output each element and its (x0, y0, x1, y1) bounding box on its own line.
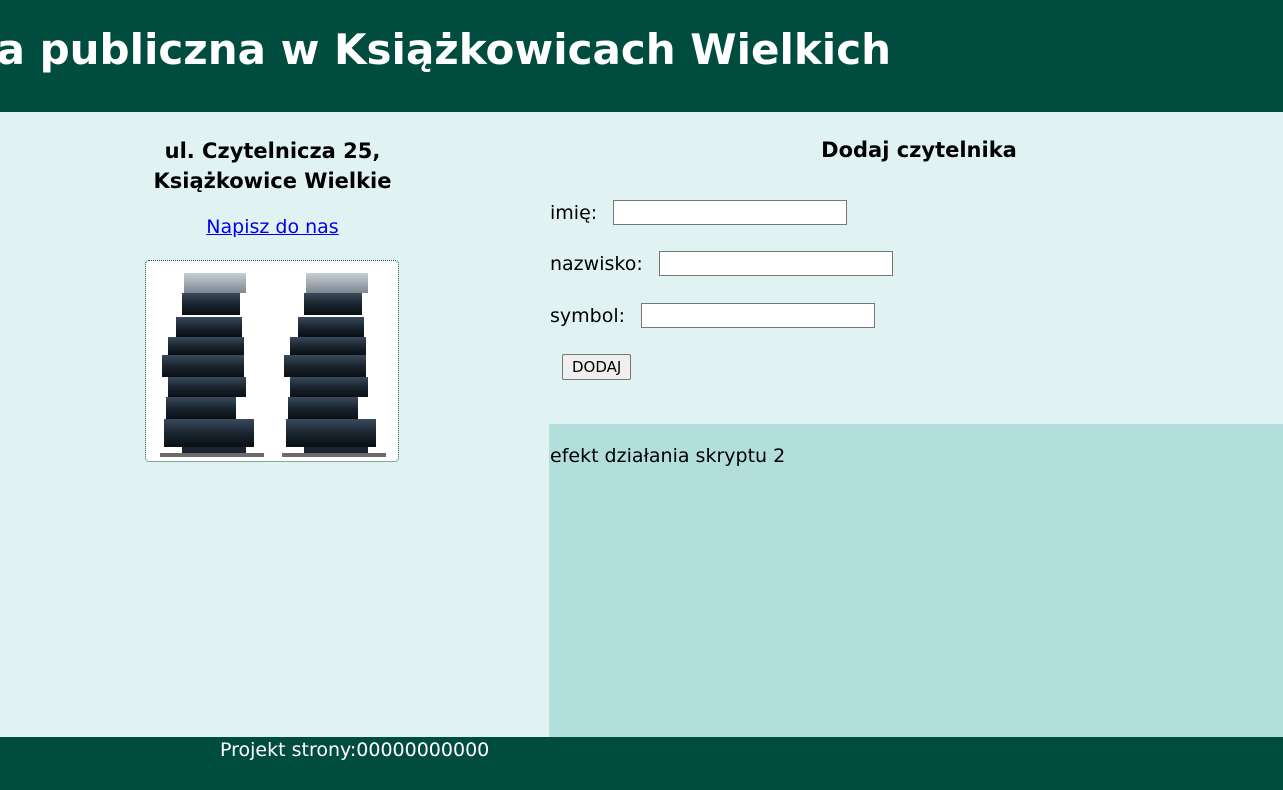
last-name-label: nazwisko: (550, 252, 643, 275)
script-result-panel: efekt działania skryptu 2 (549, 424, 1283, 737)
page-title-text: Biblioteka publiczna w Książkowicach Wie… (0, 25, 891, 74)
first-name-label: imię: (550, 201, 598, 224)
book-stack-right (282, 273, 386, 457)
symbol-row: symbol: (550, 303, 876, 328)
library-address: ul. Czytelnicza 25, Książkowice Wielkie (0, 136, 545, 196)
book-stacks-illustration (160, 273, 386, 457)
symbol-input[interactable] (641, 303, 876, 328)
first-name-row: imię: (550, 200, 848, 225)
address-city: Książkowice Wielkie (153, 169, 392, 193)
add-button[interactable]: DODAJ (562, 354, 632, 380)
contact-mail-link[interactable]: Napisz do nas (0, 216, 545, 238)
script-result-text: efekt działania skryptu 2 (550, 445, 786, 467)
left-panel: ul. Czytelnicza 25, Książkowice Wielkie … (0, 112, 549, 737)
last-name-row: nazwisko: (550, 251, 893, 276)
address-street: ul. Czytelnicza 25, (164, 139, 381, 163)
form-title: Dodaj czytelnika (821, 138, 1017, 162)
footer-text: Projekt strony:00000000000 (220, 739, 490, 761)
page-footer: Projekt strony:00000000000 (0, 737, 1283, 790)
symbol-label: symbol: (550, 304, 626, 327)
book-stack-left (160, 273, 264, 457)
books-image (145, 260, 399, 462)
first-name-input[interactable] (613, 200, 848, 225)
last-name-input[interactable] (658, 251, 893, 276)
add-reader-panel: Dodaj czytelnika imię: nazwisko: symbol:… (549, 112, 1283, 424)
page-banner: Biblioteka publiczna w Książkowicach Wie… (0, 0, 1283, 112)
